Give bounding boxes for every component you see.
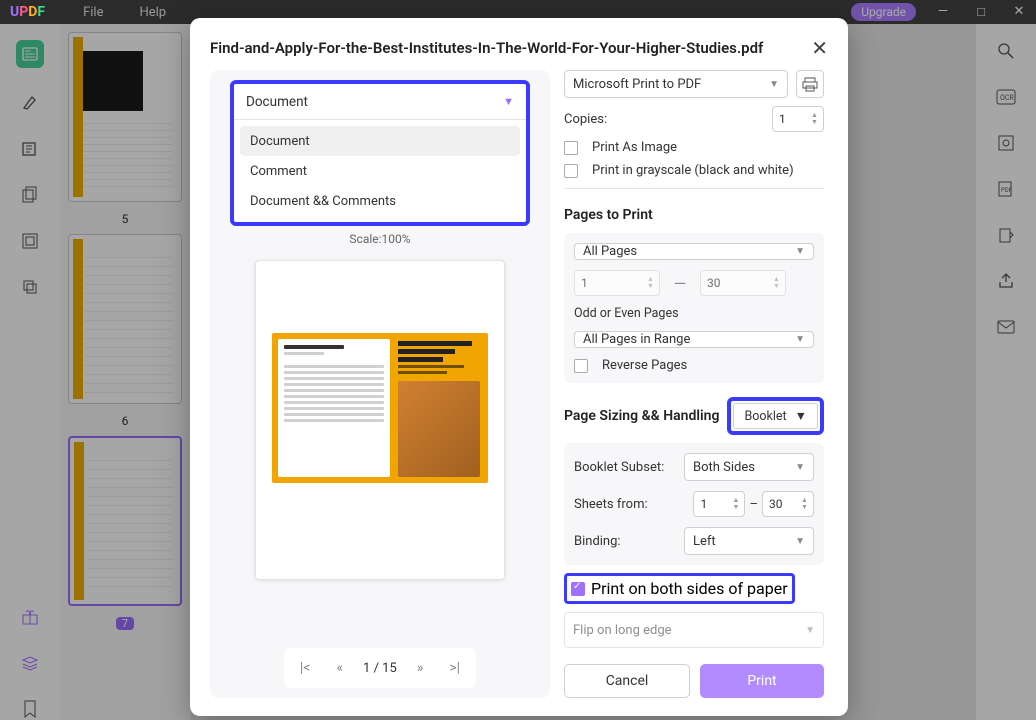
pager-first-icon[interactable]: |< <box>294 658 317 678</box>
chevron-down-icon: ▼ <box>795 536 805 547</box>
window-close-icon[interactable]: ✕ <box>1012 4 1026 20</box>
upgrade-button[interactable]: Upgrade <box>851 3 916 21</box>
stepper-arrows-icon[interactable]: ▲▼ <box>801 493 811 515</box>
sheets-dash: – <box>749 497 758 512</box>
range-from-input[interactable]: 1▲▼ <box>574 270 660 296</box>
both-sides-highlight: Print on both sides of paper <box>564 573 795 604</box>
option-comment[interactable]: Comment <box>240 156 520 186</box>
sheets-from-label: Sheets from: <box>574 497 648 512</box>
sizing-mode-highlight: Booklet▼ <box>727 397 824 435</box>
chevron-down-icon: ▼ <box>769 79 779 90</box>
pager-position: 1 / 15 <box>363 661 397 676</box>
range-to-input[interactable]: 30▲▼ <box>700 270 786 296</box>
print-content-select[interactable]: Document ▼ <box>234 84 526 120</box>
pager-last-icon[interactable]: >| <box>443 658 466 678</box>
option-document-comments[interactable]: Document && Comments <box>240 186 520 216</box>
copies-input[interactable]: 1▲▼ <box>772 106 824 132</box>
page-preview <box>255 260 505 580</box>
chevron-down-icon: ▼ <box>795 409 807 424</box>
app-logo: UPDF <box>10 4 45 20</box>
print-content-value: Document <box>246 94 308 110</box>
booklet-subset-label: Booklet Subset: <box>574 460 664 475</box>
cancel-button[interactable]: Cancel <box>564 664 690 698</box>
sizing-mode-select[interactable]: Booklet▼ <box>733 403 818 429</box>
binding-label: Binding: <box>574 534 621 549</box>
window-minimize-icon[interactable]: — <box>936 4 950 20</box>
close-icon[interactable]: ✕ <box>811 36 828 60</box>
chevron-down-icon: ▼ <box>795 334 805 345</box>
print-content-options: Document Comment Document && Comments <box>234 120 526 222</box>
printer-select[interactable]: Microsoft Print to PDF ▼ <box>564 70 788 98</box>
print-as-image-label: Print As Image <box>592 140 677 155</box>
stepper-arrows-icon[interactable]: ▲▼ <box>647 272 657 294</box>
print-as-image-checkbox[interactable] <box>564 141 578 155</box>
booklet-subset-select[interactable]: Both Sides▼ <box>684 453 814 481</box>
preview-pager: |< « 1 / 15 » >| <box>284 648 476 688</box>
menu-file[interactable]: File <box>83 5 103 20</box>
menu-help[interactable]: Help <box>139 5 166 20</box>
odd-even-label: Odd or Even Pages <box>574 306 814 321</box>
print-button[interactable]: Print <box>700 664 824 698</box>
window-maximize-icon[interactable]: □ <box>974 4 988 20</box>
sheets-to-input[interactable]: 30▲▼ <box>762 491 814 517</box>
pages-to-print-heading: Pages to Print <box>564 207 824 223</box>
page-sizing-heading: Page Sizing && Handling <box>564 408 719 424</box>
print-settings-pane: Microsoft Print to PDF ▼ Copies: 1▲▼ Prin… <box>560 70 828 698</box>
printer-settings-icon[interactable] <box>796 70 824 98</box>
print-content-dropdown: Document ▼ Document Comment Document && … <box>230 80 530 226</box>
flip-select[interactable]: Flip on long edge▼ <box>564 612 824 648</box>
scale-label: Scale:100% <box>349 232 410 246</box>
chevron-down-icon: ▼ <box>795 246 805 257</box>
copies-label: Copies: <box>564 112 607 127</box>
print-dialog: Find-and-Apply-For-the-Best-Institutes-I… <box>190 18 848 716</box>
sheets-from-input[interactable]: 1▲▼ <box>693 491 745 517</box>
stepper-arrows-icon[interactable]: ▲▼ <box>732 493 742 515</box>
chevron-down-icon: ▼ <box>805 625 815 636</box>
reverse-pages-label: Reverse Pages <box>602 358 687 373</box>
reverse-pages-checkbox[interactable] <box>574 359 588 373</box>
odd-even-select[interactable]: All Pages in Range▼ <box>574 331 814 348</box>
binding-select[interactable]: Left▼ <box>684 527 814 555</box>
both-sides-label: Print on both sides of paper <box>591 579 788 598</box>
option-document[interactable]: Document <box>240 126 520 156</box>
preview-pane: Document ▼ Document Comment Document && … <box>210 70 550 698</box>
pager-next-icon[interactable]: » <box>411 658 430 678</box>
pager-prev-icon[interactable]: « <box>330 658 349 678</box>
stepper-arrows-icon[interactable]: ▲▼ <box>811 108 821 130</box>
chevron-down-icon: ▼ <box>503 95 514 108</box>
chevron-down-icon: ▼ <box>795 462 805 473</box>
stepper-arrows-icon[interactable]: ▲▼ <box>773 272 783 294</box>
page-range-select[interactable]: All Pages▼ <box>574 243 814 260</box>
printer-value: Microsoft Print to PDF <box>573 77 701 92</box>
range-dash: — <box>670 274 690 293</box>
grayscale-label: Print in grayscale (black and white) <box>592 163 794 178</box>
both-sides-checkbox[interactable] <box>571 582 585 596</box>
dialog-title: Find-and-Apply-For-the-Best-Institutes-I… <box>210 39 763 57</box>
grayscale-checkbox[interactable] <box>564 164 578 178</box>
